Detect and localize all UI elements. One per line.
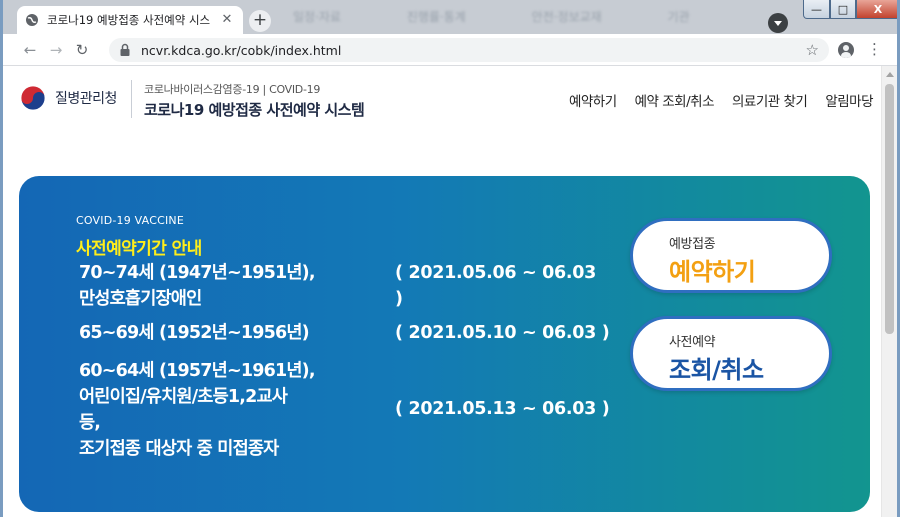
active-tab[interactable]: 코로나19 예방접종 사전예약 시스 ✕ — [17, 6, 243, 34]
page-viewport: 질병관리청 코로나바이러스감염증-19 | COVID-19 코로나19 예방접… — [3, 66, 897, 517]
system-title[interactable]: 코로나19 예방접종 사전예약 시스템 — [144, 99, 365, 120]
close-window-button[interactable]: X — [856, 0, 897, 19]
kdca-logo[interactable]: 질병관리청 — [19, 84, 117, 112]
age-group-line: 60~64세 (1957년~1961년), — [79, 361, 315, 381]
reservation-period-banner: COVID-19 VACCINE 사전예약기간 안내 70~74세 (1947년… — [19, 176, 870, 512]
lookup-button-label: 조회/취소 — [669, 356, 764, 384]
tab-title: 코로나19 예방접종 사전예약 시스 — [47, 13, 211, 27]
lock-icon[interactable] — [119, 43, 133, 57]
back-arrow-icon[interactable]: ← — [17, 41, 43, 59]
period-2: ( 2021.05.10 ~ 06.03 ) — [395, 320, 610, 346]
nav-item-find-clinic[interactable]: 의료기관 찾기 — [732, 90, 808, 110]
reserve-button-caption: 예방접종 — [669, 237, 716, 252]
background-tabs: 일정·자료 진행률·통계 안전·정보교재 기관 — [293, 8, 752, 25]
org-name: 질병관리청 — [55, 91, 117, 107]
tab-close-icon[interactable]: ✕ — [219, 12, 235, 28]
banner-eyebrow: COVID-19 VACCINE — [76, 214, 184, 227]
period-1: ( 2021.05.06 ~ 06.03 ) — [395, 260, 596, 312]
age-group-line: 어린이집/유치원/초등1,2교사 — [79, 387, 288, 407]
age-group-line: 조기접종 대상자 중 미접종자 — [79, 439, 279, 459]
reserve-button[interactable]: 예방접종 예약하기 — [630, 218, 832, 293]
url-text[interactable]: ncvr.kdca.go.kr/cobk/index.html — [141, 43, 806, 58]
account-avatar-icon[interactable] — [838, 42, 854, 58]
maximize-button[interactable]: □ — [830, 0, 856, 19]
browser-toolbar: ← → ↻ ncvr.kdca.go.kr/cobk/index.html ☆ … — [3, 34, 897, 66]
vertical-scrollbar[interactable] — [881, 66, 897, 517]
background-tab[interactable]: 진행률·통계 — [407, 10, 466, 24]
window-controls: — □ X — [803, 0, 897, 20]
main-nav: 예약하기 예약 조회/취소 의료기관 찾기 알림마당 — [551, 90, 874, 110]
reload-icon[interactable]: ↻ — [69, 41, 95, 59]
browser-window: 일정·자료 진행률·통계 안전·정보교재 기관 코로나19 예방접종 사전예약 … — [0, 0, 900, 517]
header-divider — [131, 80, 132, 118]
period-3: ( 2021.05.13 ~ 06.03 ) — [395, 396, 610, 422]
tab-strip: 일정·자료 진행률·통계 안전·정보교재 기관 코로나19 예방접종 사전예약 … — [3, 0, 897, 34]
globe-icon — [25, 13, 39, 27]
reserve-button-label: 예약하기 — [669, 258, 756, 286]
scroll-up-arrow-icon[interactable] — [886, 72, 894, 77]
nav-item-reserve[interactable]: 예약하기 — [569, 90, 617, 110]
minimize-button[interactable]: — — [803, 0, 830, 19]
period-line: ( 2021.05.06 ~ 06.03 — [395, 263, 597, 283]
tab-search-icon[interactable] — [768, 13, 788, 33]
taegeuk-emblem-icon — [20, 85, 46, 111]
age-group-3: 60~64세 (1957년~1961년), 어린이집/유치원/초등1,2교사 등… — [79, 358, 315, 462]
banner-title: 사전예약기간 안내 — [76, 239, 202, 259]
age-group-line: 65~69세 (1952년~1956년) — [79, 323, 310, 343]
background-tab[interactable]: 기관 — [668, 10, 690, 24]
background-tab[interactable]: 안전·정보교재 — [532, 10, 602, 24]
period-line: ) — [395, 289, 403, 309]
address-bar[interactable]: ncvr.kdca.go.kr/cobk/index.html ☆ — [109, 38, 829, 62]
age-group-line: 만성호흡기장애인 — [79, 289, 202, 309]
lookup-cancel-button[interactable]: 사전예약 조회/취소 — [630, 316, 832, 391]
age-group-1: 70~74세 (1947년~1951년), 만성호흡기장애인 — [79, 260, 315, 312]
background-tab[interactable]: 일정·자료 — [293, 10, 341, 24]
age-group-2: 65~69세 (1952년~1956년) — [79, 320, 310, 346]
system-subtitle: 코로나바이러스감염증-19 | COVID-19 — [144, 83, 321, 96]
period-line: ( 2021.05.13 ~ 06.03 ) — [395, 399, 610, 419]
forward-arrow-icon[interactable]: → — [43, 41, 69, 59]
menu-kebab-icon[interactable]: ⋮ — [867, 40, 882, 58]
period-line: ( 2021.05.10 ~ 06.03 ) — [395, 323, 610, 343]
lookup-button-caption: 사전예약 — [669, 335, 716, 350]
nav-item-lookup-cancel[interactable]: 예약 조회/취소 — [635, 90, 715, 110]
age-group-line: 70~74세 (1947년~1951년), — [79, 263, 315, 283]
bookmark-star-icon[interactable]: ☆ — [806, 41, 819, 59]
age-group-line: 등, — [79, 413, 101, 433]
site-header: 질병관리청 코로나바이러스감염증-19 | COVID-19 코로나19 예방접… — [3, 66, 881, 130]
scrollbar-thumb[interactable] — [885, 84, 894, 334]
nav-item-notice[interactable]: 알림마당 — [825, 90, 873, 110]
new-tab-button[interactable]: + — [249, 10, 271, 32]
